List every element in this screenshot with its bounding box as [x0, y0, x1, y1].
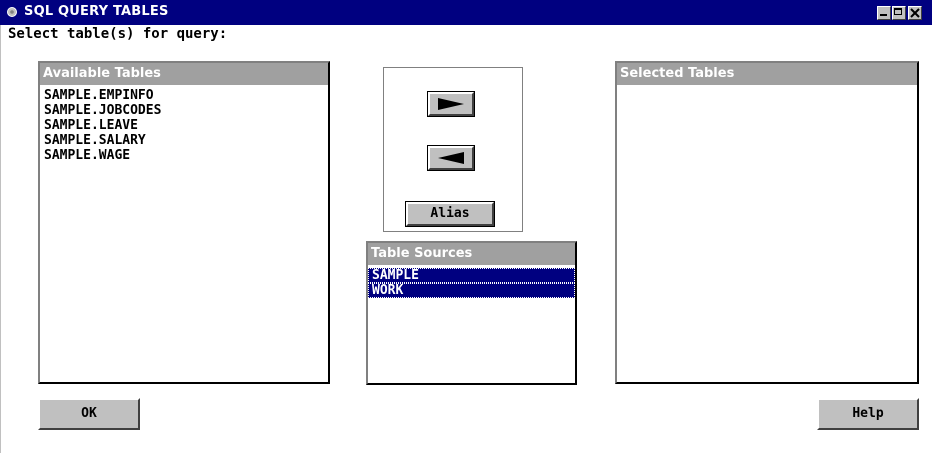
title-bar: SQL QUERY TABLES: [0, 0, 932, 25]
maximize-icon: [894, 8, 902, 15]
add-table-button[interactable]: [427, 91, 475, 117]
list-item[interactable]: SAMPLE.LEAVE: [40, 118, 328, 133]
remove-table-button[interactable]: [427, 145, 475, 171]
select-prompt: Select table(s) for query:: [8, 26, 228, 42]
available-tables-list[interactable]: Available Tables SAMPLE.EMPINFO SAMPLE.J…: [38, 61, 330, 384]
right-arrow-icon: [438, 98, 464, 110]
sas-icon[interactable]: [6, 6, 18, 18]
list-item[interactable]: SAMPLE.WAGE: [40, 148, 328, 163]
close-icon: [910, 8, 920, 18]
table-sources-list[interactable]: Table Sources SAMPLE WORK: [366, 241, 577, 385]
list-item[interactable]: SAMPLE.SALARY: [40, 133, 328, 148]
table-sources-header: Table Sources: [368, 243, 575, 265]
move-buttons-panel: Alias: [383, 67, 523, 232]
selected-tables-list[interactable]: Selected Tables: [615, 61, 919, 384]
ok-button[interactable]: OK: [38, 398, 140, 430]
maximize-button[interactable]: [892, 6, 906, 20]
help-button[interactable]: Help: [817, 398, 919, 430]
minimize-button[interactable]: [877, 6, 891, 20]
list-item[interactable]: SAMPLE.EMPINFO: [40, 88, 328, 103]
minimize-icon: [880, 14, 887, 16]
window-title: SQL QUERY TABLES: [24, 4, 169, 19]
list-item[interactable]: SAMPLE: [368, 268, 575, 283]
close-button[interactable]: [908, 6, 922, 20]
list-item[interactable]: WORK: [368, 283, 575, 298]
left-arrow-icon: [438, 152, 464, 164]
alias-button[interactable]: Alias: [405, 201, 495, 227]
window-frame: [0, 25, 7, 453]
available-tables-header: Available Tables: [40, 63, 328, 85]
list-item[interactable]: SAMPLE.JOBCODES: [40, 103, 328, 118]
selected-tables-header: Selected Tables: [617, 63, 917, 85]
